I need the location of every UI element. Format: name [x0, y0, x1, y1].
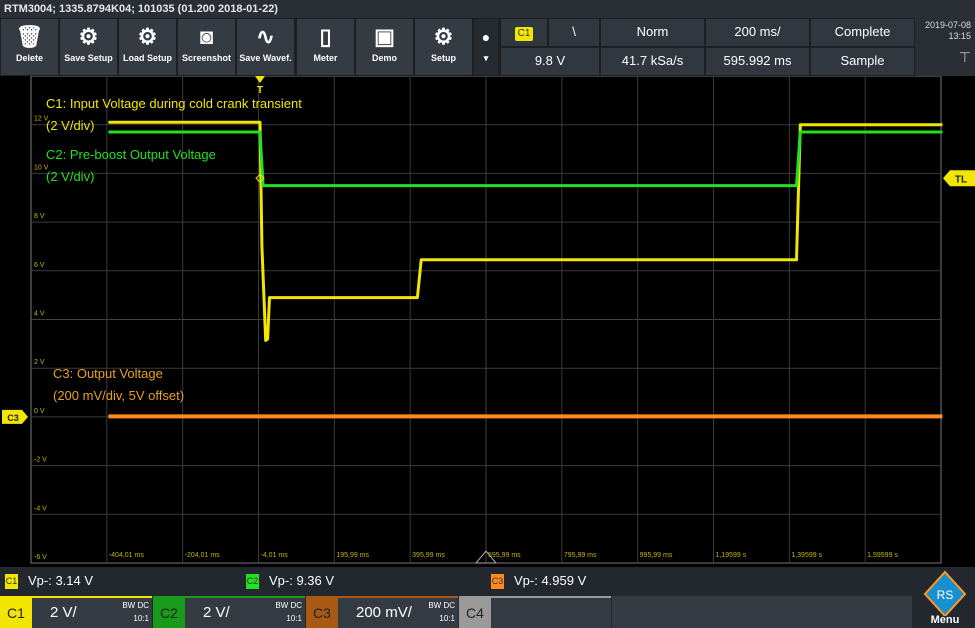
menu-button[interactable]: RS Menu [915, 568, 975, 628]
x-tick-label: -404,01 ms [109, 552, 145, 559]
x-tick-label: 1,59599 s [867, 552, 898, 559]
trigger-marker-label: T [257, 85, 263, 96]
x-tick-label: 195,99 ms [336, 552, 369, 559]
acquisition-state[interactable]: Complete [810, 18, 915, 47]
timebase[interactable]: 200 ms/ [705, 18, 810, 47]
title-bar: RTM3004; 1335.8794K04; 101035 (01.200 20… [0, 0, 975, 18]
x-tick-label: -4,01 ms [261, 552, 289, 559]
demo-icon: ▣ [374, 24, 395, 49]
trash-icon: 🗑 [15, 24, 44, 49]
trigger-level-label: TL [955, 174, 967, 185]
y-tick-label: -6 V [34, 554, 47, 561]
c1-scale-label: (2 V/div) [46, 118, 95, 133]
c3-offset-label: C3 [7, 413, 19, 423]
acquisition-mode[interactable]: Sample [810, 47, 915, 76]
trigger-position-marker [255, 76, 266, 83]
channel-c2-button[interactable]: C2 2 V/BW DC 10:1 [153, 596, 305, 628]
svg-text:RS: RS [937, 588, 954, 602]
measurement-c3: C3 Vp-: 4.959 V [491, 573, 587, 590]
chevron-down-icon: ▾ [483, 53, 489, 63]
x-tick-label: 395,99 ms [412, 552, 445, 559]
save-waveform-button[interactable]: ∿ Save Wavef. [237, 19, 294, 75]
delete-button[interactable]: 🗑 Delete [1, 19, 58, 75]
y-tick-label: 0 V [34, 408, 45, 415]
x-tick-label: 795,99 ms [564, 552, 597, 559]
screenshot-button[interactable]: ◙ Screenshot [178, 19, 235, 75]
channel-c3-button[interactable]: C3 200 mV/BW DC 10:1 [306, 596, 458, 628]
waveform-display[interactable]: 12 V 10 V8 V6 V4 V2 V0 V -2 V -4 V -6 V -404,… [0, 75, 975, 567]
save-setup-icon: ⚙ [78, 24, 99, 49]
x-tick-label: 1,19599 s [716, 552, 747, 559]
trigger-source[interactable]: C1 [500, 18, 548, 47]
y-tick-label: -2 V [34, 457, 47, 464]
measurement-c2: C2 Vp-: 9.36 V [246, 573, 335, 590]
sample-rate[interactable]: 41.7 kSa/s [600, 47, 705, 76]
y-tick-label: 2 V [34, 359, 45, 366]
circle-icon: ● [481, 29, 491, 45]
y-tick-label: 6 V [34, 262, 45, 269]
trace-c2 [108, 130, 943, 188]
gear-icon: ⚙ [433, 24, 454, 49]
load-setup-button[interactable]: ⚙ Load Setup [119, 19, 176, 75]
y-tick-label: 4 V [34, 311, 45, 318]
measurement-bar: C1 Vp-: 3.14 V C2 Vp-: 9.36 V C3 Vp-: 4.959… [0, 567, 975, 594]
channel-c4-button[interactable]: C4 [459, 596, 611, 628]
x-tick-label: -204,01 ms [185, 552, 221, 559]
channel-c1-button[interactable]: C1 2 V/BW DC 10:1 [0, 596, 152, 628]
y-tick-label: 8 V [34, 213, 45, 220]
y-tick-label: -4 V [34, 505, 47, 512]
c3-scale-label: (200 mV/div, 5V offset) [53, 388, 185, 403]
demo-button[interactable]: ▣ Demo [356, 19, 413, 75]
save-setup-button[interactable]: ⚙ Save Setup [60, 19, 117, 75]
save-waveform-icon: ∿ [256, 24, 275, 49]
c1-label: C1: Input Voltage during cold crank tran… [46, 96, 302, 111]
channel-bar-empty [612, 596, 912, 628]
datetime: 2019-07-08 13:15 ⊤ [915, 18, 975, 76]
c2-scale-label: (2 V/div) [46, 169, 95, 184]
more-button[interactable]: ● ▾ [474, 19, 498, 75]
x-tick-label: 595,99 ms [488, 552, 521, 559]
c2-label: C2: Pre-boost Output Voltage [46, 147, 216, 162]
load-setup-icon: ⚙ [137, 24, 158, 49]
trigger-mode[interactable]: Norm [600, 18, 705, 47]
c3-label: C3: Output Voltage [53, 366, 163, 381]
network-icon: ⊤ [958, 49, 971, 65]
meter-icon: ▯ [319, 24, 332, 49]
toolbar: 🗑 Delete ⚙ Save Setup ⚙ Load Setup ◙ Screens… [0, 18, 975, 76]
trigger-slope[interactable]: \ [548, 18, 600, 47]
x-tick-label: 1,39599 s [791, 552, 822, 559]
camera-icon: ◙ [199, 24, 214, 49]
setup-button[interactable]: ⚙ Setup [415, 19, 472, 75]
x-tick-label: 995,99 ms [640, 552, 673, 559]
meter-button[interactable]: ▯ Meter [297, 19, 354, 75]
rs-logo-icon: RS [923, 570, 967, 618]
measurement-c1: C1 Vp-: 3.14 V [5, 573, 94, 590]
trigger-level[interactable]: 9.8 V [500, 47, 600, 76]
trace-c1 [108, 120, 943, 342]
horizontal-position[interactable]: 595.992 ms [705, 47, 810, 76]
channel-bar: C1 2 V/BW DC 10:1 C2 2 V/BW DC 10:1 C3 200 mV… [0, 594, 975, 628]
